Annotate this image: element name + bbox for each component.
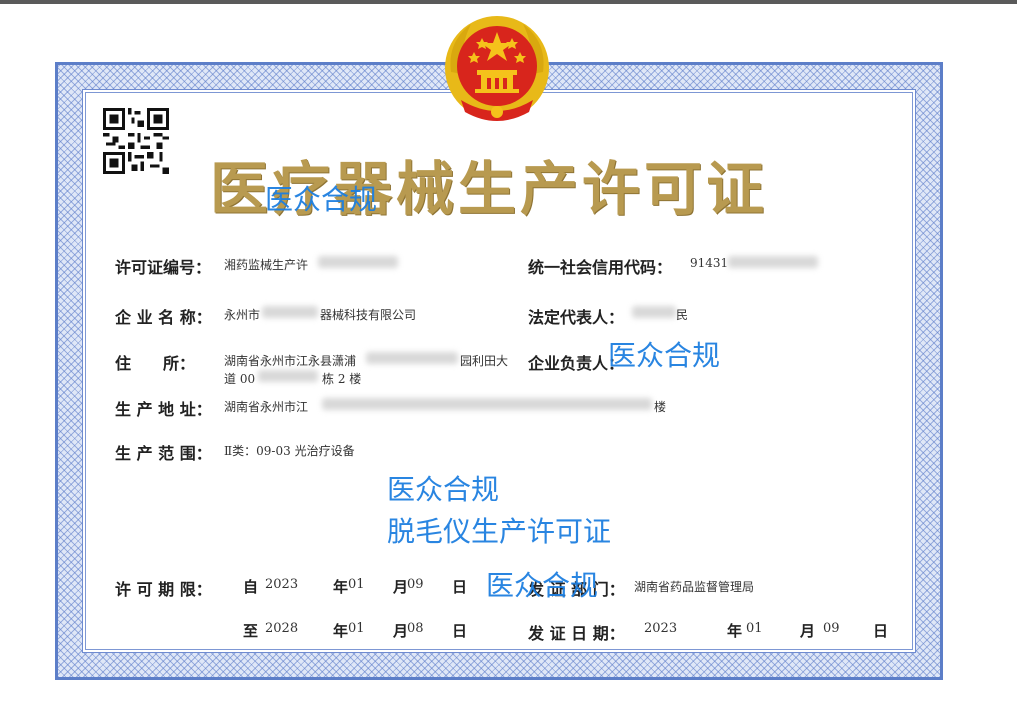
issuer-value: 湖南省药品监督管理局 — [634, 580, 755, 594]
from-month: 01 — [348, 577, 365, 592]
scope-value: Ⅱ类：09-03 光治疗设备 — [224, 444, 355, 458]
issue-year: 2023 — [644, 621, 678, 636]
address-line2-a: 道 00 — [224, 372, 256, 386]
redaction-blur — [318, 256, 398, 268]
watermark-text: 医众合规 — [608, 339, 721, 372]
redaction-blur — [728, 256, 818, 268]
to-year: 2028 — [265, 621, 299, 636]
redaction-blur — [632, 306, 676, 318]
certificate-sheet: 医疗器械生产许可证 许可证编号： 湘药监械生产许 统一社会信用代码： 91431… — [0, 4, 1017, 715]
to-label: 至 — [243, 622, 259, 640]
company-value-b: 器械科技有限公司 — [320, 308, 417, 322]
from-label: 自 — [243, 578, 259, 596]
year-unit: 年 — [333, 578, 349, 596]
from-year: 2023 — [265, 577, 299, 592]
legal-rep-label: 法定代表人： — [528, 308, 625, 327]
watermark-text: 医众合规 — [265, 183, 378, 216]
credit-code-value: 91431 — [690, 256, 729, 270]
company-label: 企 业 名 称： — [115, 308, 212, 327]
year-unit: 年 — [727, 622, 743, 640]
production-address-value-a: 湖南省永州市江 — [224, 400, 309, 414]
redaction-blur — [262, 306, 318, 318]
address-label: 住 所： — [115, 354, 196, 373]
legal-rep-value: 民 — [676, 308, 689, 322]
issue-month: 01 — [746, 621, 763, 636]
day-unit: 日 — [452, 622, 468, 640]
redaction-blur — [258, 370, 318, 382]
address-line1-b: 园利田大 — [460, 354, 509, 368]
from-day: 09 — [407, 577, 424, 592]
address-line2-b: 栋 2 楼 — [322, 372, 362, 386]
national-emblem-icon — [445, 16, 549, 121]
day-unit: 日 — [873, 622, 889, 640]
license-no-value: 湘药监械生产许 — [224, 258, 309, 272]
watermark-text: 脱毛仪生产许可证 — [387, 515, 612, 548]
to-day: 08 — [407, 621, 424, 636]
redaction-blur — [366, 352, 458, 364]
redaction-blur — [322, 398, 652, 410]
month-unit: 月 — [800, 622, 816, 640]
month-unit: 月 — [393, 578, 409, 596]
watermark-text: 医众合规 — [387, 473, 500, 506]
issue-day: 09 — [823, 621, 840, 636]
day-unit: 日 — [452, 578, 468, 596]
to-month: 01 — [348, 621, 365, 636]
qr-code-icon — [103, 108, 169, 174]
issue-date-label: 发 证 日 期： — [528, 624, 625, 643]
license-no-label: 许可证编号： — [115, 258, 212, 277]
month-unit: 月 — [393, 622, 409, 640]
watermark-text: 医众合规 — [486, 569, 599, 602]
production-address-label: 生 产 地 址： — [115, 400, 212, 419]
scope-label: 生 产 范 围： — [115, 444, 212, 463]
year-unit: 年 — [333, 622, 349, 640]
validity-label: 许 可 期 限： — [115, 580, 212, 599]
address-line1-a: 湖南省永州市江永县潇浦 — [224, 354, 357, 368]
credit-code-label: 统一社会信用代码： — [528, 258, 673, 277]
production-address-value-b: 楼 — [654, 400, 667, 414]
company-value-a: 永州市 — [224, 308, 261, 322]
